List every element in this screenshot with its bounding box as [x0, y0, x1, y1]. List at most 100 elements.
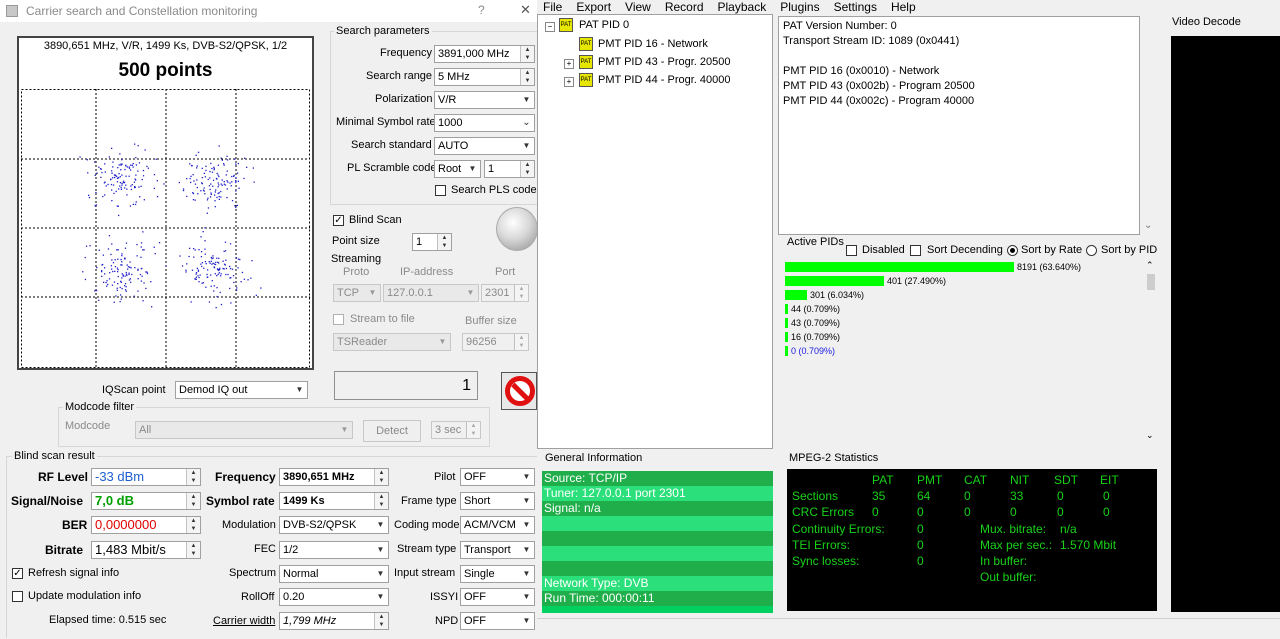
port-input[interactable]: 2301 ▲ ▼: [481, 284, 529, 302]
point-size-spinner[interactable]: ▲ ▼: [437, 234, 451, 250]
constellation-point: [108, 278, 111, 280]
constellation-point: [106, 285, 108, 287]
stream-type-select[interactable]: Transport ▼: [460, 541, 535, 559]
reader-select[interactable]: TSReader ▼: [333, 333, 451, 351]
stop-button[interactable]: [501, 372, 537, 410]
sn-spinner[interactable]: ▲ ▼: [186, 493, 200, 509]
ber-spinner[interactable]: ▲ ▼: [186, 517, 200, 533]
pilot-select[interactable]: OFF ▼: [460, 468, 535, 486]
min-symbol-rate-select[interactable]: 1000 ⌄: [434, 114, 535, 132]
scroll-thumb[interactable]: [1147, 274, 1155, 290]
search-range-input[interactable]: 5 MHz ▲ ▼: [434, 68, 535, 86]
constellation-point: [95, 204, 97, 206]
carrier-search-window: Carrier search and Constellation monitor…: [0, 0, 538, 638]
sort-desc-checkbox[interactable]: [910, 245, 921, 256]
modcode-select[interactable]: All ▼: [135, 421, 353, 439]
tree-expander[interactable]: +: [564, 77, 574, 87]
timer-spinner[interactable]: ▲ ▼: [466, 422, 480, 438]
scroll-down-icon[interactable]: ⌄: [1144, 220, 1152, 231]
sort-by-pid-radio[interactable]: [1086, 245, 1097, 256]
issyi-label: ISSYI: [430, 591, 459, 603]
pid-rate-label[interactable]: 8191 (63.640%): [1017, 262, 1081, 272]
constellation-point: [129, 169, 132, 171]
polarization-select[interactable]: V/R ▼: [434, 91, 535, 109]
issyi-select[interactable]: OFF ▼: [460, 588, 535, 606]
menu-playback[interactable]: Playback: [718, 0, 767, 14]
menu-record[interactable]: Record: [665, 0, 704, 14]
constellation-point: [217, 268, 219, 270]
frequency-spinner[interactable]: ▲ ▼: [520, 46, 534, 62]
search-pls-checkbox[interactable]: [435, 185, 446, 196]
menu-export[interactable]: Export: [576, 0, 611, 14]
pat-info-line: Transport Stream ID: 1089 (0x0441): [783, 35, 960, 47]
update-modulation-checkbox[interactable]: [12, 591, 23, 602]
spectrum-select[interactable]: Normal ▼: [279, 565, 389, 583]
search-standard-select[interactable]: AUTO ▼: [434, 137, 535, 155]
pls-mode-select[interactable]: Root ▼: [434, 160, 481, 178]
scroll-down-icon[interactable]: ⌄: [1146, 430, 1154, 441]
menu-help[interactable]: Help: [891, 0, 916, 14]
tree-item-label[interactable]: PMT PID 16 - Network: [598, 38, 708, 50]
symbol-rate-spinner[interactable]: ▲ ▼: [374, 493, 388, 509]
rf-spinner[interactable]: ▲ ▼: [186, 469, 200, 485]
buffer-spinner[interactable]: ▲ ▼: [514, 334, 528, 350]
pat-info-line: PMT PID 16 (0x0010) - Network: [783, 65, 940, 77]
frequency-input[interactable]: 3891,000 MHz ▲ ▼: [434, 45, 535, 63]
menu-plugins[interactable]: Plugins: [780, 0, 819, 14]
carrier-width-spinner[interactable]: ▲ ▼: [374, 613, 388, 629]
pls-spinner[interactable]: ▲ ▼: [520, 161, 534, 177]
range-spinner[interactable]: ▲ ▼: [520, 69, 534, 85]
buffer-size-label: Buffer size: [465, 315, 517, 327]
pid-rate-label[interactable]: 301 (6.034%): [810, 290, 864, 300]
constellation-point: [110, 178, 112, 180]
pls-code-input[interactable]: 1 ▲ ▼: [484, 160, 535, 178]
fec-select[interactable]: 1/2 ▼: [279, 541, 389, 559]
buffer-size-input[interactable]: 96256 ▲ ▼: [462, 333, 529, 351]
detect-button[interactable]: Detect: [363, 420, 421, 442]
menu-view[interactable]: View: [625, 0, 651, 14]
port-spinner[interactable]: ▲ ▼: [514, 285, 528, 301]
point-size-input[interactable]: 1 ▲ ▼: [412, 233, 452, 251]
input-stream-label: Input stream: [394, 567, 456, 579]
tree-item-label[interactable]: PMT PID 43 - Progr. 20500: [598, 56, 730, 68]
iqscan-select[interactable]: Demod IQ out ▼: [175, 381, 308, 399]
menu-settings[interactable]: Settings: [834, 0, 877, 14]
constellation-point: [198, 249, 200, 251]
rolloff-select[interactable]: 0.20 ▼: [279, 588, 389, 606]
input-stream-select[interactable]: Single ▼: [460, 565, 535, 583]
coding-mode-select[interactable]: ACM/VCM ▼: [460, 516, 535, 534]
pid-rate-label[interactable]: 43 (0.709%): [791, 318, 840, 328]
scroll-up-icon[interactable]: ⌃: [1146, 260, 1154, 271]
constellation-point: [226, 188, 228, 190]
frame-type-select[interactable]: Short ▼: [460, 492, 535, 510]
pid-rate-label[interactable]: 44 (0.709%): [791, 304, 840, 314]
constellation-point: [120, 186, 122, 189]
refresh-signal-checkbox[interactable]: ✓: [12, 568, 23, 579]
result-frequency-spinner[interactable]: ▲ ▼: [374, 469, 388, 485]
ip-address-select[interactable]: 127.0.0.1 ▼: [383, 284, 479, 302]
pid-rate-label[interactable]: 401 (27.490%): [887, 276, 946, 286]
constellation-point: [82, 271, 84, 273]
menu-file[interactable]: File: [543, 0, 562, 14]
disabled-checkbox[interactable]: [846, 245, 857, 256]
bitrate-spinner[interactable]: ▲ ▼: [186, 542, 200, 558]
npd-select[interactable]: OFF ▼: [460, 612, 535, 630]
sort-by-rate-radio[interactable]: [1007, 245, 1018, 256]
proto-select[interactable]: TCP ▼: [333, 284, 381, 302]
modulation-select[interactable]: DVB-S2/QPSK ▼: [279, 516, 389, 534]
close-icon[interactable]: ✕: [520, 2, 531, 18]
detect-timer-input[interactable]: 3 sec ▲ ▼: [431, 421, 481, 439]
pid-scrollbar[interactable]: ⌃ ⌄: [1146, 260, 1156, 446]
stream-to-file-checkbox[interactable]: [333, 314, 344, 325]
tree-item-label[interactable]: PMT PID 44 - Progr. 40000: [598, 74, 730, 86]
constellation-point: [114, 259, 116, 261]
tree-root-label[interactable]: PAT PID 0: [579, 19, 629, 31]
pid-rate-label[interactable]: 16 (0.709%): [791, 332, 840, 342]
pid-rate-label[interactable]: 0 (0.709%): [791, 346, 835, 356]
constellation-point: [226, 180, 228, 182]
help-button[interactable]: ?: [478, 3, 485, 17]
constellation-point: [143, 199, 145, 201]
tree-expander[interactable]: +: [564, 59, 574, 69]
tree-expander-root[interactable]: −: [545, 22, 555, 32]
blind-scan-checkbox[interactable]: ✓: [333, 215, 344, 226]
